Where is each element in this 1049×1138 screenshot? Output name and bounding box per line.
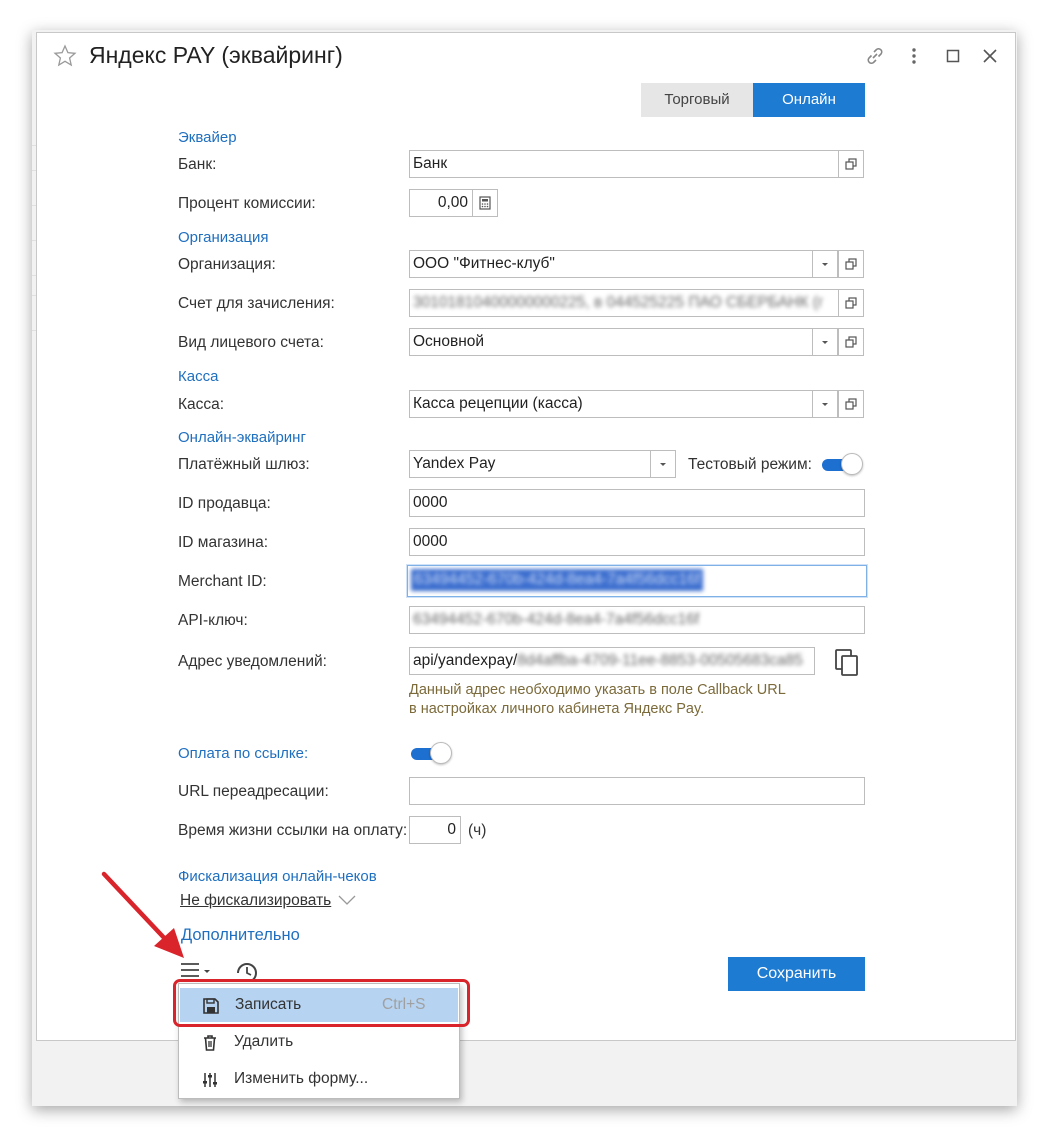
menu-item-edit-form[interactable]: Изменить форму... bbox=[179, 1062, 459, 1096]
open-account-type-button[interactable] bbox=[838, 328, 864, 356]
open-form-icon bbox=[845, 258, 857, 270]
window-title: Яндекс PAY (эквайринг) bbox=[89, 42, 343, 68]
open-bank-button[interactable] bbox=[838, 150, 864, 178]
notify-url-label: Адрес уведомлений: bbox=[178, 653, 327, 670]
sliders-icon bbox=[203, 1073, 217, 1087]
organization-label: Организация: bbox=[178, 256, 276, 273]
chevron-down-icon[interactable] bbox=[337, 893, 357, 907]
tab-trade[interactable]: Торговый bbox=[641, 83, 753, 117]
merchant-id-value: 63494452-670b-424d-8ea4-7a4f56dcc16f bbox=[411, 569, 704, 591]
shop-id-input[interactable]: 0000 bbox=[409, 528, 865, 556]
section-cashbox: Касса bbox=[178, 368, 219, 385]
api-key-input[interactable]: 63494452-670b-424d-8ea4-7a4f56dcc16f bbox=[409, 606, 865, 634]
section-online-acquiring: Онлайн-эквайринг bbox=[178, 429, 306, 446]
section-acquirer: Эквайер bbox=[178, 129, 237, 146]
organization-dropdown[interactable] bbox=[812, 250, 838, 278]
section-additional[interactable]: Дополнительно bbox=[181, 926, 300, 945]
seller-id-input[interactable]: 0000 bbox=[409, 489, 865, 517]
more-vertical-icon[interactable] bbox=[903, 45, 925, 67]
tab-online[interactable]: Онлайн bbox=[753, 83, 865, 117]
menu-item-edit-form-label: Изменить форму... bbox=[234, 1070, 369, 1087]
redirect-url-input[interactable] bbox=[409, 777, 865, 805]
api-key-value: 63494452-670b-424d-8ea4-7a4f56dcc16f bbox=[413, 611, 700, 628]
chevron-down-icon bbox=[822, 263, 828, 266]
link-payment-toggle[interactable] bbox=[411, 742, 453, 764]
highlight-frame bbox=[173, 979, 470, 1027]
open-form-icon bbox=[845, 398, 857, 410]
chevron-down-icon bbox=[822, 341, 828, 344]
test-mode-toggle[interactable] bbox=[822, 453, 864, 475]
mode-tabs: Торговый Онлайн bbox=[641, 83, 865, 117]
notify-hint-line2: в настройках личного кабинета Яндекс Pay… bbox=[409, 701, 705, 717]
open-form-icon bbox=[845, 336, 857, 348]
copy-icon[interactable] bbox=[832, 646, 862, 678]
api-key-label: API-ключ: bbox=[178, 612, 248, 629]
notify-url-id: 8d4affba-4709-11ee-8853-00505683ca85 bbox=[517, 652, 803, 669]
link-ttl-unit: (ч) bbox=[468, 822, 487, 839]
link-ttl-input[interactable]: 0 bbox=[409, 816, 461, 844]
bank-label: Банк: bbox=[178, 156, 217, 173]
cashbox-dropdown[interactable] bbox=[812, 390, 838, 418]
menu-item-delete-label: Удалить bbox=[234, 1033, 294, 1050]
gateway-dropdown[interactable] bbox=[650, 450, 676, 478]
redirect-url-label: URL переадресации: bbox=[178, 783, 329, 800]
account-type-input[interactable]: Основной bbox=[409, 328, 813, 356]
open-cashbox-button[interactable] bbox=[838, 390, 864, 418]
section-link-payment: Оплата по ссылке: bbox=[178, 745, 309, 762]
account-type-label: Вид лицевого счета: bbox=[178, 334, 324, 351]
maximize-icon[interactable] bbox=[942, 45, 964, 67]
commission-input[interactable]: 0,00 bbox=[409, 189, 473, 217]
cashbox-input[interactable]: Касса рецепции (касса) bbox=[409, 390, 813, 418]
open-account-button[interactable] bbox=[838, 289, 864, 317]
open-organization-button[interactable] bbox=[838, 250, 864, 278]
notify-url-prefix: api/yandexpay/ bbox=[413, 652, 518, 669]
calculator-button[interactable] bbox=[472, 189, 498, 217]
organization-input[interactable]: ООО "Фитнес-клуб" bbox=[409, 250, 813, 278]
section-fiscalization: Фискализация онлайн-чеков bbox=[178, 868, 377, 885]
account-label: Счет для зачисления: bbox=[178, 295, 335, 312]
history-icon[interactable] bbox=[233, 960, 261, 980]
test-mode-label: Тестовый режим: bbox=[688, 456, 812, 473]
account-input[interactable]: 30101810400000000225, в 044525225 ПАО СБ… bbox=[409, 289, 839, 317]
link-icon[interactable] bbox=[864, 45, 886, 67]
bank-input[interactable]: Банк bbox=[409, 150, 839, 178]
seller-id-label: ID продавца: bbox=[178, 495, 271, 512]
open-form-icon bbox=[845, 158, 857, 170]
open-form-icon bbox=[845, 297, 857, 309]
gateway-label: Платёжный шлюз: bbox=[178, 456, 310, 473]
close-icon[interactable] bbox=[979, 45, 1001, 67]
menu-item-delete[interactable]: Удалить bbox=[179, 1025, 459, 1059]
trash-icon bbox=[204, 1035, 216, 1051]
gateway-input[interactable]: Yandex Pay bbox=[409, 450, 651, 478]
calculator-icon bbox=[479, 196, 491, 210]
chevron-down-icon bbox=[660, 463, 666, 466]
link-ttl-label: Время жизни ссылки на оплату: bbox=[178, 822, 408, 839]
cashbox-label: Касса: bbox=[178, 396, 225, 413]
commission-label: Процент комиссии: bbox=[178, 195, 316, 212]
account-type-dropdown[interactable] bbox=[812, 328, 838, 356]
merchant-id-label: Merchant ID: bbox=[178, 573, 267, 590]
section-organization: Организация bbox=[178, 229, 269, 246]
save-button[interactable]: Сохранить bbox=[728, 957, 865, 991]
fiscal-mode-select[interactable]: Не фискализировать bbox=[180, 892, 331, 910]
account-value: 30101810400000000225, в 044525225 ПАО СБ… bbox=[413, 294, 824, 311]
notify-hint-line1: Данный адрес необходимо указать в поле C… bbox=[409, 682, 786, 698]
arrow-annotation-icon bbox=[101, 871, 184, 958]
star-icon[interactable] bbox=[53, 44, 77, 68]
chevron-down-icon bbox=[822, 403, 828, 406]
notify-url-input[interactable]: api/yandexpay/8d4affba-4709-11ee-8853-00… bbox=[409, 647, 815, 675]
shop-id-label: ID магазина: bbox=[178, 534, 269, 551]
merchant-id-input[interactable]: 63494452-670b-424d-8ea4-7a4f56dcc16f bbox=[407, 565, 867, 597]
